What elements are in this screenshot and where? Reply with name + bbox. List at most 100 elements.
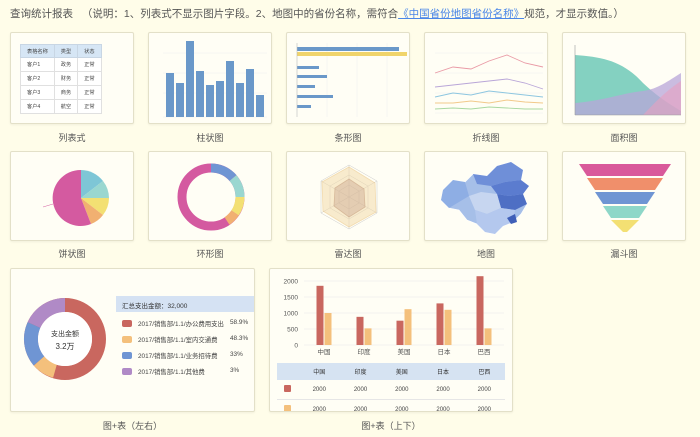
table-cell: 正常 (77, 57, 102, 72)
table-cell: 2000 (339, 380, 382, 400)
donut-center-label: 支出金额 (51, 331, 79, 338)
legend-percent: 33% (230, 351, 243, 358)
thumb-hbar-card[interactable] (286, 32, 410, 124)
thumb-caption: 漏斗图 (610, 249, 638, 259)
thumb-ring-card[interactable] (148, 151, 272, 241)
pie-thumbnail (42, 169, 109, 226)
thumb-caption: 条形图 (334, 133, 362, 143)
legend-percent: 48.3% (230, 335, 249, 342)
table-header: 日本 (422, 363, 464, 380)
bar (484, 328, 492, 345)
legend-item: 2017/销售部/1.1/其他费 3% (122, 367, 250, 377)
table-cell: 航空 (53, 99, 79, 114)
legend-swatch (122, 336, 132, 343)
legend-label: 2017/销售部/1.1/业务招待费 (138, 353, 218, 360)
summary-header: 汇总支出金额：32,000 (116, 296, 254, 312)
mini-table-header: 状态 (77, 44, 102, 58)
legend-swatch (122, 320, 132, 327)
table-cell: 2000 (381, 399, 423, 411)
bar (364, 328, 372, 345)
table-cell: 政务 (53, 57, 79, 72)
hbar-thumbnail (296, 43, 407, 117)
thumb-caption: 雷达图 (334, 249, 362, 259)
y-tick-label: 500 (287, 327, 298, 334)
series-swatch (284, 385, 292, 392)
table-row: 客户2 财务 正常 (20, 71, 102, 86)
table-cell: 客户1 (20, 57, 55, 72)
table-row: 客户1 政务 正常 (20, 57, 102, 72)
y-tick-label: 1000 (284, 311, 299, 318)
legend-label: 2017/销售部/1.1/室内交通费 (138, 337, 218, 344)
thumb-caption: 饼状图 (58, 249, 86, 259)
table-cell: 2000 (298, 399, 340, 411)
thumb-caption: 环形图 (196, 249, 224, 259)
mini-list-table: 表格名称 类型 状态 客户1 政务 正常 客户2 财务 正常 客户3 商务 正常 客户4 航空… (20, 44, 102, 114)
table-cell: 商务 (53, 85, 79, 100)
x-tick-label: 印度 (358, 347, 372, 356)
table-cell: 正常 (77, 99, 102, 114)
area-thumbnail (574, 45, 681, 116)
legend-swatch (122, 352, 132, 359)
header-note-suffix: 规范，才显示数值。） (524, 8, 624, 20)
province-name-standard-link[interactable]: 《中国省份地图省份名称》 (398, 8, 524, 20)
thumb-list-card[interactable]: 表格名称 类型 状态 客户1 政务 正常 客户2 财务 正常 客户3 商务 正常 客户4 航空… (10, 32, 134, 124)
thumb-radar-card[interactable] (286, 151, 410, 241)
table-cell: 客户2 (20, 71, 55, 86)
table-row: 客户3 商务 正常 (20, 85, 102, 100)
table-header: 中国 (298, 363, 340, 380)
y-tick-label: 2000 (284, 279, 299, 286)
series-swatch (284, 405, 292, 411)
thumb-caption: 折线图 (472, 133, 500, 143)
table-row: 2000 2000 2000 2000 2000 (277, 380, 505, 400)
thumb-funnel-card[interactable] (562, 151, 686, 241)
table-cell: 2000 (422, 380, 464, 400)
legend-label: 2017/销售部/1.1/办公费用支出 (138, 321, 224, 328)
legend-label: 2017/销售部/1.1/其他费 (138, 369, 205, 376)
thumb-bar-card[interactable] (148, 32, 272, 124)
x-tick-label: 日本 (438, 347, 452, 356)
legend-percent: 58.9% (230, 319, 249, 326)
map-thumbnail (440, 161, 530, 235)
mini-table-header: 表格名称 (20, 44, 55, 58)
page-title: 查询统计报表 (10, 8, 73, 20)
thumb-caption: 柱状图 (196, 133, 224, 143)
bar (396, 320, 404, 345)
thumb-map-card[interactable] (424, 151, 548, 241)
legend-item: 2017/销售部/1.1/办公费用支出 58.9% (122, 319, 250, 329)
thumb-caption: 列表式 (58, 133, 86, 143)
table-cell (277, 399, 299, 411)
table-row: 客户4 航空 正常 (20, 99, 102, 114)
table-cell: 2000 (381, 380, 423, 400)
thumb-area-card[interactable] (562, 32, 686, 124)
ring-thumbnail (177, 163, 245, 231)
combo-left-right-card[interactable]: 支出金额 3.2万 汇总支出金额：32,000 2017/销售部/1.1/办公费… (10, 268, 255, 412)
table-cell: 正常 (77, 85, 102, 100)
thumb-pie-card[interactable] (10, 151, 134, 241)
table-cell: 2000 (298, 380, 340, 400)
table-header: 巴西 (463, 363, 505, 380)
combo-top-bottom-card[interactable]: 2000 1500 1000 500 0 中国 印度 美国 日本 巴西 中国 印度 美国 日本 巴… (269, 268, 513, 412)
header-note-prefix: （说明：1、列表式不显示图片字段。2、地图中的省份名称，需符合 (81, 8, 399, 20)
x-tick-label: 中国 (318, 347, 331, 356)
bar-thumbnail (163, 41, 267, 118)
line-thumbnail (434, 52, 544, 114)
y-tick-label: 1500 (284, 295, 299, 302)
funnel-thumbnail (579, 164, 671, 232)
combo-bar-chart: 2000 1500 1000 500 0 中国 印度 美国 日本 巴西 (284, 276, 504, 356)
table-header: 印度 (339, 363, 382, 380)
combo-data-table: 中国 印度 美国 日本 巴西 2000 2000 2000 2000 2000 … (277, 363, 505, 411)
thumb-caption: 面积图 (610, 133, 638, 143)
bar (316, 285, 324, 345)
table-cell: 2000 (339, 399, 382, 411)
table-cell (277, 380, 299, 400)
thumb-line-card[interactable] (424, 32, 548, 124)
bar (436, 303, 444, 345)
donut-center-value: 3.2万 (55, 342, 75, 351)
thumb-caption: 图+表（上下） (361, 421, 421, 431)
table-cell: 2000 (422, 399, 464, 411)
y-tick-label: 0 (294, 343, 298, 350)
radar-thumbnail (320, 164, 378, 230)
legend-item: 2017/销售部/1.1/室内交通费 48.3% (122, 335, 250, 345)
bar (444, 309, 452, 345)
table-cell: 财务 (53, 71, 79, 86)
